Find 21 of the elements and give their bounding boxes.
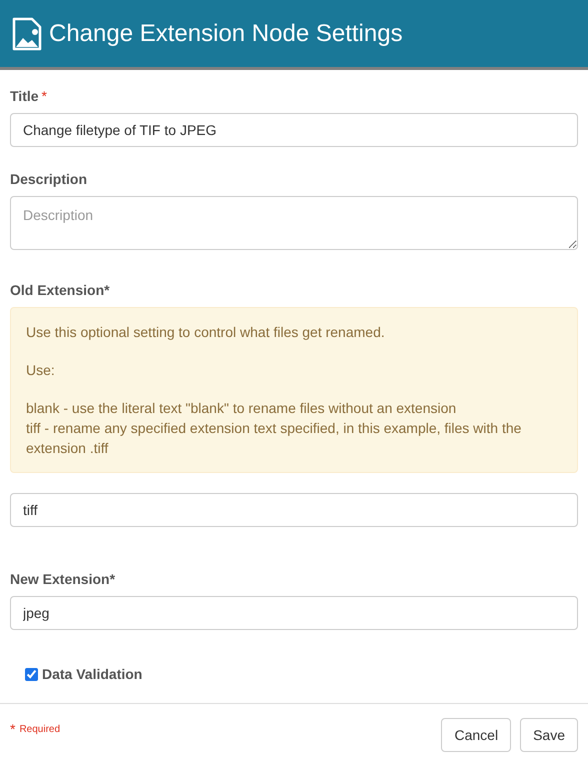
cancel-button[interactable]: Cancel xyxy=(441,718,512,752)
required-note: Required xyxy=(19,723,60,737)
text-field[interactable]: jpeg xyxy=(10,596,578,630)
description-field[interactable]: Description xyxy=(10,196,578,250)
field-label: Description xyxy=(10,170,88,189)
help-text: blank - use the literal text "blank" to rename files without an extension xyxy=(26,399,458,418)
field-label: New Extension* xyxy=(10,570,116,589)
image-file-icon xyxy=(12,16,42,50)
window-title: Change Extension Node Settings xyxy=(49,18,403,48)
help-text: tiff - rename any specified extension text specified, in this example, files with the extension .tiff xyxy=(26,419,522,458)
help-text: Use this optional setting to control what files get renamed. xyxy=(26,323,386,342)
save-button[interactable]: Save xyxy=(520,718,578,752)
checkbox-label: Data Validation xyxy=(42,665,142,684)
text-field[interactable]: Change filetype of TIF to JPEG xyxy=(10,113,578,147)
required-asterisk: * xyxy=(42,87,47,106)
checkbox[interactable] xyxy=(25,668,38,681)
text-field[interactable]: tiff xyxy=(10,493,578,527)
field-label: Title xyxy=(10,87,39,106)
field-label: Old Extension* xyxy=(10,281,110,300)
help-text: Use: xyxy=(26,361,56,380)
required-asterisk: * xyxy=(10,722,16,736)
